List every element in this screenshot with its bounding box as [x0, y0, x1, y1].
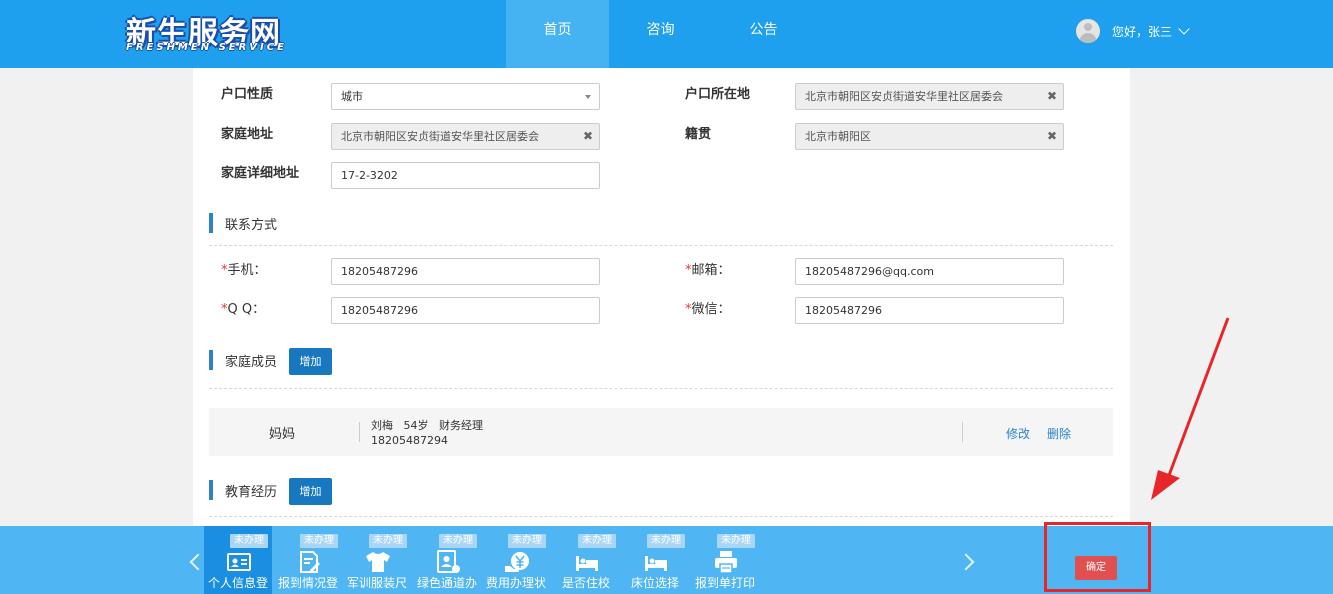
step-payment[interactable]: 未办理 费用办理状 [482, 526, 550, 594]
step-label: 报到单打印 [694, 576, 755, 590]
divider [962, 422, 963, 442]
member-phone: 18205487294 [371, 434, 448, 447]
step-label: 费用办理状 [485, 576, 546, 590]
home-address-value: 北京市朝阳区安贞街道安华里社区居委会 [341, 130, 539, 143]
nav-home[interactable]: 首页 [506, 0, 609, 68]
step-personal-info[interactable]: 未办理 个人信息登 [204, 526, 272, 594]
divider [209, 388, 1113, 389]
main-nav: 首页 咨询 公告 [506, 0, 815, 68]
clear-icon[interactable]: ✖ [1047, 124, 1057, 149]
family-section-title: 家庭成员 [209, 350, 277, 370]
confirm-button[interactable]: 确定 [1075, 556, 1117, 580]
step-status-badge: 未办理 [369, 534, 407, 548]
contact-section-title: 联系方式 [209, 213, 277, 233]
wechat-input[interactable]: 18205487296 [795, 297, 1064, 324]
step-status-badge: 未办理 [578, 534, 616, 548]
dropdown-caret-icon [585, 95, 591, 99]
native-place-select[interactable]: 北京市朝阳区 ✖ [795, 123, 1064, 150]
home-address-label: 家庭地址 [221, 127, 274, 142]
user-menu[interactable]: 您好，张三 [1076, 18, 1190, 44]
email-label: *邮箱： [685, 263, 731, 278]
section-marker [209, 213, 213, 233]
phone-label: *手机： [221, 263, 267, 278]
id-badge-icon [437, 550, 460, 573]
edit-document-icon [300, 551, 320, 573]
member-details: 刘梅 54岁 财务经理 [371, 417, 483, 433]
chevron-down-icon[interactable] [1178, 23, 1190, 35]
home-address-select[interactable]: 北京市朝阳区安贞街道安华里社区居委会 ✖ [331, 123, 600, 150]
education-title-text: 教育经历 [225, 484, 278, 500]
member-age: 54岁 [403, 419, 429, 432]
divider [359, 422, 360, 442]
family-member-row: 妈妈 刘梅 54岁 财务经理 18205487294 修改 删除 [209, 408, 1113, 456]
step-status-badge: 未办理 [300, 534, 338, 548]
add-education-button[interactable]: 增加 [289, 478, 332, 505]
step-status-badge: 未办理 [647, 534, 685, 548]
step-uniform-size[interactable]: 未办理 军训服装尺 [343, 526, 411, 594]
logo-english-text: FRESHMEN SERVICE [126, 42, 287, 53]
step-bed-selection[interactable]: 未办理 床位选择 [621, 526, 689, 594]
step-green-channel[interactable]: 未办理 绿色通道办 [413, 526, 481, 594]
phone-input[interactable]: 18205487296 [331, 258, 600, 285]
section-marker [209, 350, 213, 370]
wechat-label: *微信： [685, 302, 731, 317]
member-name: 刘梅 [371, 419, 393, 432]
step-status-badge: 未办理 [717, 534, 755, 548]
yuan-payment-icon [505, 552, 529, 572]
step-label: 绿色通道办 [416, 576, 477, 590]
hukou-type-value: 城市 [341, 90, 363, 103]
hukou-location-value: 北京市朝阳区安贞街道安华里社区居委会 [805, 90, 1003, 103]
nav-announcement[interactable]: 公告 [712, 0, 815, 68]
bed-icon [576, 556, 598, 571]
divider [209, 516, 1113, 517]
email-input[interactable]: 18205487296@qq.com [795, 258, 1064, 285]
id-card-icon [227, 553, 251, 571]
printer-icon [715, 551, 737, 574]
member-job: 财务经理 [439, 419, 483, 432]
hukou-type-label: 户口性质 [221, 87, 274, 102]
member-relation: 妈妈 [269, 427, 296, 442]
tshirt-icon [366, 552, 390, 572]
step-label: 报到情况登 [277, 576, 338, 590]
step-label: 军训服装尺 [346, 576, 407, 590]
add-family-member-button[interactable]: 增加 [289, 348, 332, 375]
native-place-label: 籍贯 [685, 127, 712, 142]
native-place-value: 北京市朝阳区 [805, 130, 871, 143]
detail-address-input[interactable]: 17-2-3202 [331, 162, 600, 189]
step-dorm-stay[interactable]: 未办理 是否住校 [552, 526, 620, 594]
hukou-location-label: 户口所在地 [685, 87, 751, 102]
step-label: 床位选择 [630, 576, 679, 590]
qq-input[interactable]: 18205487296 [331, 297, 600, 324]
detail-address-label: 家庭详细地址 [221, 166, 300, 181]
edit-member-link[interactable]: 修改 [1006, 425, 1030, 442]
step-status-badge: 未办理 [230, 534, 268, 548]
education-section-title: 教育经历 [209, 480, 277, 500]
avatar[interactable] [1076, 19, 1100, 43]
top-header: 新生服务网 FRESHMEN SERVICE 首页 咨询 公告 您好，张三 [0, 0, 1333, 68]
step-status-badge: 未办理 [508, 534, 546, 548]
step-registration[interactable]: 未办理 报到情况登 [274, 526, 342, 594]
contact-title-text: 联系方式 [225, 217, 278, 233]
qq-label: *Q Q： [221, 302, 266, 317]
form-panel: 户口性质 城市 户口所在地 北京市朝阳区安贞街道安华里社区居委会 ✖ 家庭地址 … [193, 68, 1130, 526]
user-greeting: 您好，张三 [1112, 24, 1173, 39]
step-status-badge: 未办理 [439, 534, 477, 548]
nav-consult[interactable]: 咨询 [609, 0, 712, 68]
step-label: 是否住校 [561, 576, 610, 590]
hukou-location-select[interactable]: 北京市朝阳区安贞街道安华里社区居委会 ✖ [795, 83, 1064, 110]
delete-member-link[interactable]: 删除 [1047, 425, 1071, 442]
clear-icon[interactable]: ✖ [583, 124, 593, 149]
bed-select-icon [645, 556, 667, 571]
step-print-report[interactable]: 未办理 报到单打印 [691, 526, 759, 594]
hukou-type-select[interactable]: 城市 [331, 83, 600, 110]
section-marker [209, 480, 213, 500]
clear-icon[interactable]: ✖ [1047, 84, 1057, 109]
site-logo[interactable]: 新生服务网 FRESHMEN SERVICE [124, 8, 284, 56]
step-bar: 未办理 个人信息登 未办理 报到情况登 未办理 军训服装尺 未办理 绿色通道办 … [0, 526, 1333, 594]
family-title-text: 家庭成员 [225, 354, 278, 370]
step-label: 个人信息登 [207, 576, 268, 590]
divider [209, 245, 1113, 246]
chevron-right-icon[interactable] [957, 553, 975, 571]
